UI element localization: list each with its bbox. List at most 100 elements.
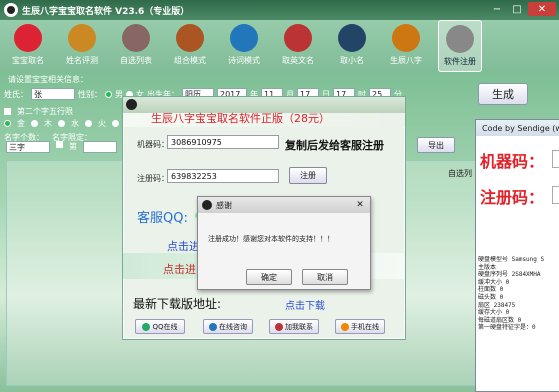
qq-icon xyxy=(142,322,151,331)
phone-icon xyxy=(341,322,349,331)
wuxing-limit-row: 第二个字五行限 xyxy=(4,106,73,117)
hardware-info: 硬盘模型号 Samsung S 主版本 硬盘序列号 2S84XMHA 缓冲大小 0 柱面… xyxy=(478,256,559,390)
first-char-input[interactable] xyxy=(83,141,117,153)
toolbar-item-label: 组合模式 xyxy=(174,56,206,65)
dialog-title: 感谢 xyxy=(216,200,232,210)
keygen-reg-label: 注册码： xyxy=(480,188,545,207)
add-contact-button[interactable]: 加我联系 xyxy=(269,319,319,334)
keygen-machine-field[interactable] xyxy=(552,150,559,168)
second-char-label: 第二个字五行限 xyxy=(17,107,73,116)
surname-input[interactable]: 张 xyxy=(31,88,75,100)
dialog-message: 注册成功！感谢您对本软件的支持！！！ xyxy=(208,235,334,243)
link-enter-1[interactable]: 点击进 xyxy=(167,238,200,254)
list-icon xyxy=(122,24,150,52)
copy-tip: 复制后发给客服注册 xyxy=(285,139,384,152)
toolbar-item[interactable]: 取小名 xyxy=(330,20,374,72)
toolbar-item[interactable]: 软件注册 xyxy=(438,20,482,72)
gender-label: 性别： xyxy=(78,89,102,99)
section-title: 请设置宝宝相关信息： xyxy=(8,75,88,84)
toolbar-item[interactable]: 姓名评测 xyxy=(60,20,104,72)
nickname-icon xyxy=(338,24,366,52)
rating-icon xyxy=(68,24,96,52)
toolbar-item-label: 诗词模式 xyxy=(228,56,260,65)
mobile-online-label: 手机在线 xyxy=(351,322,379,331)
toolbar-item-label: 宝宝取名 xyxy=(12,56,44,65)
hardware-info-line: 硬盘模型号 Samsung S xyxy=(478,256,545,263)
wuxing-label: 火 xyxy=(98,119,106,128)
dialog-close-button[interactable]: ✕ xyxy=(353,199,367,211)
english-icon xyxy=(284,24,312,52)
window-controls: − □ ✕ xyxy=(488,2,556,16)
toolbar: 宝宝取名 姓名评测 自选列表 组合模式 诗词模式 取英文名 取小名 生辰八字 软件注册 xyxy=(0,20,559,72)
dialog-ok-button[interactable]: 确定 xyxy=(246,269,292,285)
second-char-checkbox[interactable] xyxy=(4,108,11,115)
wuxing-label: 金 xyxy=(17,119,25,128)
keygen-window: Code by Sendige (www.s 机器码： 注册码： 硬盘模型号 S… xyxy=(475,119,559,392)
toolbar-item-label: 生辰八字 xyxy=(390,56,422,65)
online-consult-button[interactable]: 在线咨询 xyxy=(203,319,253,334)
wuxing-label: 水 xyxy=(71,119,79,128)
hardware-info-line: 缓存大小 0 xyxy=(478,309,510,317)
machine-code-label: 机器码： xyxy=(137,140,169,149)
surname-label: 姓氏： xyxy=(4,89,28,99)
keygen-reg-field[interactable] xyxy=(552,186,559,204)
lock-icon xyxy=(446,25,474,53)
dialog-titlebar: 感谢 xyxy=(198,197,370,213)
panel-logo-icon xyxy=(126,99,137,110)
name-length-select[interactable]: 三字 xyxy=(6,141,50,153)
wuxing-options: 金木水火土 xyxy=(4,118,133,129)
qq-online-button[interactable]: QQ在线 xyxy=(135,319,185,334)
bazi-icon xyxy=(392,24,420,52)
dialog-cancel-button[interactable]: 取消 xyxy=(302,269,348,285)
mobile-online-button[interactable]: 手机在线 xyxy=(335,319,385,334)
toolbar-item[interactable]: 诗词模式 xyxy=(222,20,266,72)
hardware-info-line: 柱面数 0 xyxy=(478,286,504,294)
combo-icon xyxy=(176,24,204,52)
thanks-dialog: 感谢 ✕ 注册成功！感谢您对本软件的支持！！！ 确定 取消 xyxy=(197,196,371,290)
first-char-checkbox[interactable] xyxy=(56,141,63,148)
baby-icon xyxy=(14,24,42,52)
toolbar-item-label: 软件注册 xyxy=(444,57,476,66)
toolbar-item[interactable]: 宝宝取名 xyxy=(6,20,50,72)
close-button[interactable]: ✕ xyxy=(528,2,556,16)
generate-button[interactable]: 生成 xyxy=(478,83,528,105)
toolbar-item[interactable]: 生辰八字 xyxy=(384,20,428,72)
keygen-machine-label: 机器码： xyxy=(480,152,545,171)
wuxing-label: 木 xyxy=(44,119,52,128)
qq-online-label: QQ在线 xyxy=(152,322,178,331)
download-label: 最新下载版地址: xyxy=(133,297,222,311)
reg-code-label: 注册码： xyxy=(137,174,169,183)
custom-list-label: 自选列 xyxy=(448,169,472,178)
export-button[interactable]: 导出 xyxy=(417,137,455,153)
toolbar-item-label: 取英文名 xyxy=(282,56,314,65)
toolbar-item-label: 取小名 xyxy=(340,56,364,65)
wuxing-radio[interactable] xyxy=(112,120,119,127)
wuxing-radio[interactable] xyxy=(85,120,92,127)
hardware-info-line: 第一硬盘特征字是：0 xyxy=(478,324,536,332)
contact-icon xyxy=(275,322,283,331)
wuxing-radio[interactable] xyxy=(31,120,38,127)
register-button[interactable]: 注册 xyxy=(289,167,327,184)
keygen-titlebar: Code by Sendige (www.s xyxy=(476,120,559,136)
online-consult-label: 在线咨询 xyxy=(219,322,247,331)
add-contact-label: 加我联系 xyxy=(285,322,313,331)
gender-male-radio[interactable] xyxy=(105,90,112,98)
service-qq-label: 客服QQ: xyxy=(137,211,188,226)
toolbar-item[interactable]: 组合模式 xyxy=(168,20,212,72)
machine-code-field[interactable]: 3086910975 xyxy=(167,135,279,149)
toolbar-item-label: 姓名评测 xyxy=(66,56,98,65)
hardware-info-line: 磁头数 0 xyxy=(478,293,504,301)
panel-title: 生辰八字宝宝取名软件正版（28元） xyxy=(151,112,330,125)
wuxing-radio[interactable] xyxy=(58,120,65,127)
toolbar-item[interactable]: 自选列表 xyxy=(114,20,158,72)
app-title: 生辰八字宝宝取名软件 V23.6（专业版） xyxy=(22,6,190,17)
reg-code-field[interactable]: 639832253 xyxy=(167,169,279,183)
link-enter-2[interactable]: 点击进 xyxy=(163,261,196,277)
minimize-button[interactable]: − xyxy=(488,2,506,16)
toolbar-item[interactable]: 取英文名 xyxy=(276,20,320,72)
download-link[interactable]: 点击下载 xyxy=(285,297,325,312)
maximize-button[interactable]: □ xyxy=(508,2,526,16)
main-titlebar: 生辰八字宝宝取名软件 V23.6（专业版） − □ ✕ xyxy=(0,0,559,20)
dialog-logo-icon xyxy=(202,200,212,210)
wuxing-radio[interactable] xyxy=(4,120,11,127)
